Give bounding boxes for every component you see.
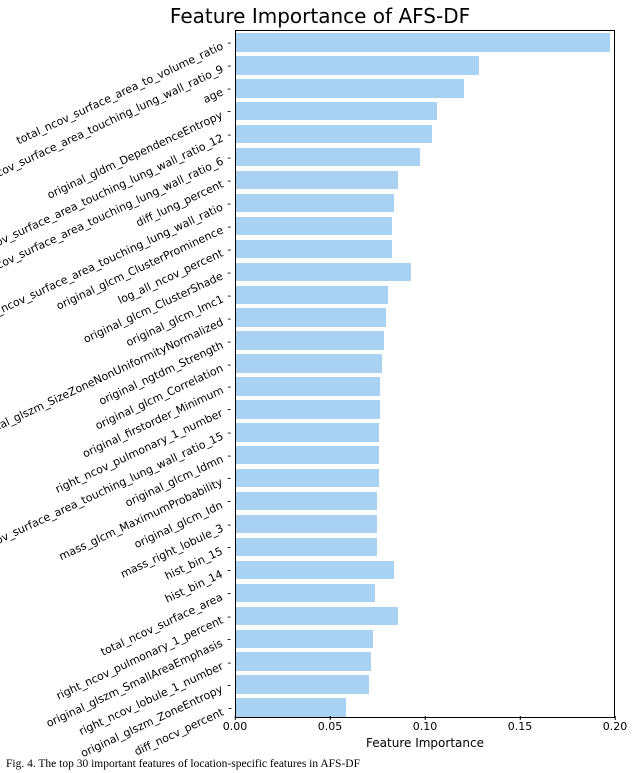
bar <box>236 217 392 235</box>
bar <box>236 102 437 120</box>
bar <box>236 331 384 349</box>
bar <box>236 469 379 487</box>
bar <box>236 125 432 143</box>
x-tick-label: 0.10 <box>413 720 438 733</box>
bar <box>236 377 380 395</box>
chart-title: Feature Importance of AFS-DF <box>0 4 640 28</box>
x-tick-label: 0.15 <box>508 720 533 733</box>
y-tick-label: age - <box>202 83 234 106</box>
bar <box>236 354 382 372</box>
bar <box>236 286 388 304</box>
bar <box>236 194 394 212</box>
bar <box>236 630 373 648</box>
bar <box>236 79 464 97</box>
bar <box>236 561 394 579</box>
x-tick-label: 0.00 <box>223 720 248 733</box>
x-tick-label: 0.05 <box>318 720 343 733</box>
bar <box>236 263 411 281</box>
plot-area <box>235 30 615 718</box>
x-tick-label: 0.20 <box>603 720 628 733</box>
bar <box>236 584 375 602</box>
bar <box>236 492 377 510</box>
x-axis-label: Feature Importance <box>235 736 615 750</box>
bar <box>236 171 398 189</box>
bar <box>236 240 392 258</box>
bar <box>236 515 377 533</box>
bar <box>236 423 379 441</box>
bar <box>236 652 371 670</box>
figure-caption: Fig. 4. The top 30 important features of… <box>0 758 640 770</box>
bar <box>236 675 369 693</box>
bar <box>236 446 379 464</box>
bar <box>236 148 420 166</box>
bar <box>236 33 610 51</box>
bar <box>236 308 386 326</box>
figure: Feature Importance of AFS-DF Feature Imp… <box>0 0 640 773</box>
bar <box>236 56 479 74</box>
bar <box>236 400 380 418</box>
bar <box>236 698 346 716</box>
bar <box>236 607 398 625</box>
bar <box>236 538 377 556</box>
